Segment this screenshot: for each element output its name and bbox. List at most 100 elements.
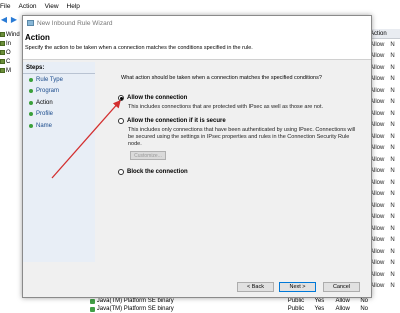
- table-row[interactable]: Allow N: [368, 62, 400, 74]
- action-cell: Allow: [370, 225, 385, 232]
- menu-file[interactable]: File: [0, 3, 10, 10]
- flag-cell: N: [390, 145, 395, 152]
- allow-secure-description: This includes only connections that have…: [128, 127, 356, 147]
- block-connection-label[interactable]: Block the connection: [127, 169, 188, 175]
- table-row[interactable]: Allow N: [368, 97, 400, 109]
- action-cell: Allow: [370, 237, 385, 244]
- step-bullet-icon: [29, 100, 33, 105]
- action-cell: Allow: [370, 41, 385, 48]
- action-cell: Allow: [370, 53, 385, 60]
- table-row[interactable]: Allow N: [368, 269, 400, 281]
- background-menubar: File Action View Help: [0, 0, 400, 13]
- table-row[interactable]: Allow N: [368, 74, 400, 86]
- table-row[interactable]: Allow N: [368, 120, 400, 132]
- allow-radio-row[interactable]: Allow the connection: [118, 95, 360, 101]
- action-cell: Allow: [370, 260, 385, 267]
- background-action-column: Action Allow N Allow N Allow N Allow N Allow N All…: [368, 29, 400, 313]
- column-header-action[interactable]: Action: [368, 29, 400, 39]
- allow-connection-description: This includes connections that are prote…: [128, 104, 324, 110]
- block-radio-row[interactable]: Block the connection: [118, 169, 188, 175]
- step-name[interactable]: Name: [23, 120, 95, 132]
- forward-arrow-icon[interactable]: ▶: [10, 16, 18, 24]
- flag-cell: N: [390, 87, 395, 94]
- table-row[interactable]: Allow N: [368, 108, 400, 120]
- step-bullet-icon: [29, 77, 33, 82]
- enabled-check-icon: [90, 298, 95, 304]
- table-row[interactable]: Allow N: [368, 143, 400, 155]
- table-row[interactable]: Allow N: [368, 154, 400, 166]
- table-row[interactable]: Java(TM) Platform SE binary Public Yes A…: [90, 305, 368, 313]
- action-cell: Allow: [370, 168, 385, 175]
- flag-cell: N: [390, 76, 395, 83]
- wizard-footer: < Back Next > Cancel: [23, 279, 371, 297]
- flag-cell: N: [390, 179, 395, 186]
- menu-help[interactable]: Help: [67, 3, 80, 10]
- table-row[interactable]: Allow N: [368, 246, 400, 258]
- wizard-header: Action Specify the action to be taken wh…: [23, 30, 371, 60]
- table-row[interactable]: Allow N: [368, 85, 400, 97]
- flag-cell: N: [390, 168, 395, 175]
- step-profile[interactable]: Profile: [23, 109, 95, 121]
- table-row[interactable]: Allow N: [368, 189, 400, 201]
- action-cell: Allow: [370, 122, 385, 129]
- table-row[interactable]: Allow N: [368, 39, 400, 51]
- menu-action[interactable]: Action: [18, 3, 36, 10]
- step-program[interactable]: Program: [23, 86, 95, 98]
- step-rule-type[interactable]: Rule Type: [23, 74, 95, 86]
- flag-cell: N: [390, 248, 395, 255]
- flag-cell: N: [390, 41, 395, 48]
- page-description: Specify the action to be taken when a co…: [25, 45, 253, 51]
- allow-secure-radio[interactable]: [118, 118, 124, 124]
- option-block: Block the connection: [118, 169, 188, 175]
- block-connection-radio[interactable]: [118, 169, 124, 175]
- flag-cell: N: [390, 133, 395, 140]
- dialog-title: New Inbound Rule Wizard: [37, 19, 113, 27]
- action-cell: Allow: [370, 110, 385, 117]
- table-row[interactable]: Allow N: [368, 258, 400, 270]
- back-arrow-icon[interactable]: ◀: [0, 16, 8, 24]
- cancel-button[interactable]: Cancel: [323, 282, 360, 292]
- allow-secure-radio-row[interactable]: Allow the connection if it is secure: [118, 118, 360, 124]
- table-row[interactable]: Allow N: [368, 223, 400, 235]
- action-cell: Allow: [370, 202, 385, 209]
- flag-cell: N: [390, 156, 395, 163]
- table-row[interactable]: Allow N: [368, 281, 400, 293]
- connection-icon: [0, 59, 5, 64]
- enabled-check-icon: [90, 306, 95, 312]
- back-button[interactable]: < Back: [237, 282, 274, 292]
- table-row[interactable]: Allow N: [368, 166, 400, 178]
- outbound-icon: [0, 50, 5, 55]
- customize-button[interactable]: Customize...: [130, 151, 166, 160]
- table-row[interactable]: Allow N: [368, 200, 400, 212]
- wizard-icon: [27, 20, 34, 26]
- table-row[interactable]: Allow N: [368, 212, 400, 224]
- flag-cell: N: [390, 64, 395, 71]
- allow-connection-radio[interactable]: [118, 95, 124, 101]
- step-action[interactable]: Action: [23, 97, 95, 109]
- page-title: Action: [25, 33, 50, 42]
- wizard-content: What action should be taken when a conne…: [113, 62, 368, 272]
- table-row[interactable]: Allow N: [368, 131, 400, 143]
- action-cell: Allow: [370, 76, 385, 83]
- action-cell: Allow: [370, 156, 385, 163]
- flag-cell: N: [390, 53, 395, 60]
- flag-cell: N: [390, 191, 395, 198]
- table-row[interactable]: Allow N: [368, 177, 400, 189]
- allow-secure-label[interactable]: Allow the connection if it is secure: [127, 118, 226, 124]
- table-row[interactable]: Allow N: [368, 235, 400, 247]
- flag-cell: N: [390, 202, 395, 209]
- table-row[interactable]: Java(TM) Platform SE binary Public Yes A…: [90, 297, 368, 305]
- flag-cell: N: [390, 283, 395, 290]
- table-row[interactable]: Allow N: [368, 51, 400, 63]
- next-button[interactable]: Next >: [279, 282, 316, 292]
- inbound-icon: [0, 41, 5, 46]
- monitor-icon: [0, 68, 5, 73]
- flag-cell: N: [390, 260, 395, 267]
- menu-view[interactable]: View: [45, 3, 59, 10]
- action-cell: Allow: [370, 191, 385, 198]
- steps-pane: Steps: Rule Type Program Action Profile …: [23, 62, 95, 262]
- action-question: What action should be taken when a conne…: [121, 75, 322, 81]
- dialog-titlebar[interactable]: New Inbound Rule Wizard: [23, 16, 371, 30]
- allow-connection-label[interactable]: Allow the connection: [127, 95, 187, 101]
- flag-cell: N: [390, 214, 395, 221]
